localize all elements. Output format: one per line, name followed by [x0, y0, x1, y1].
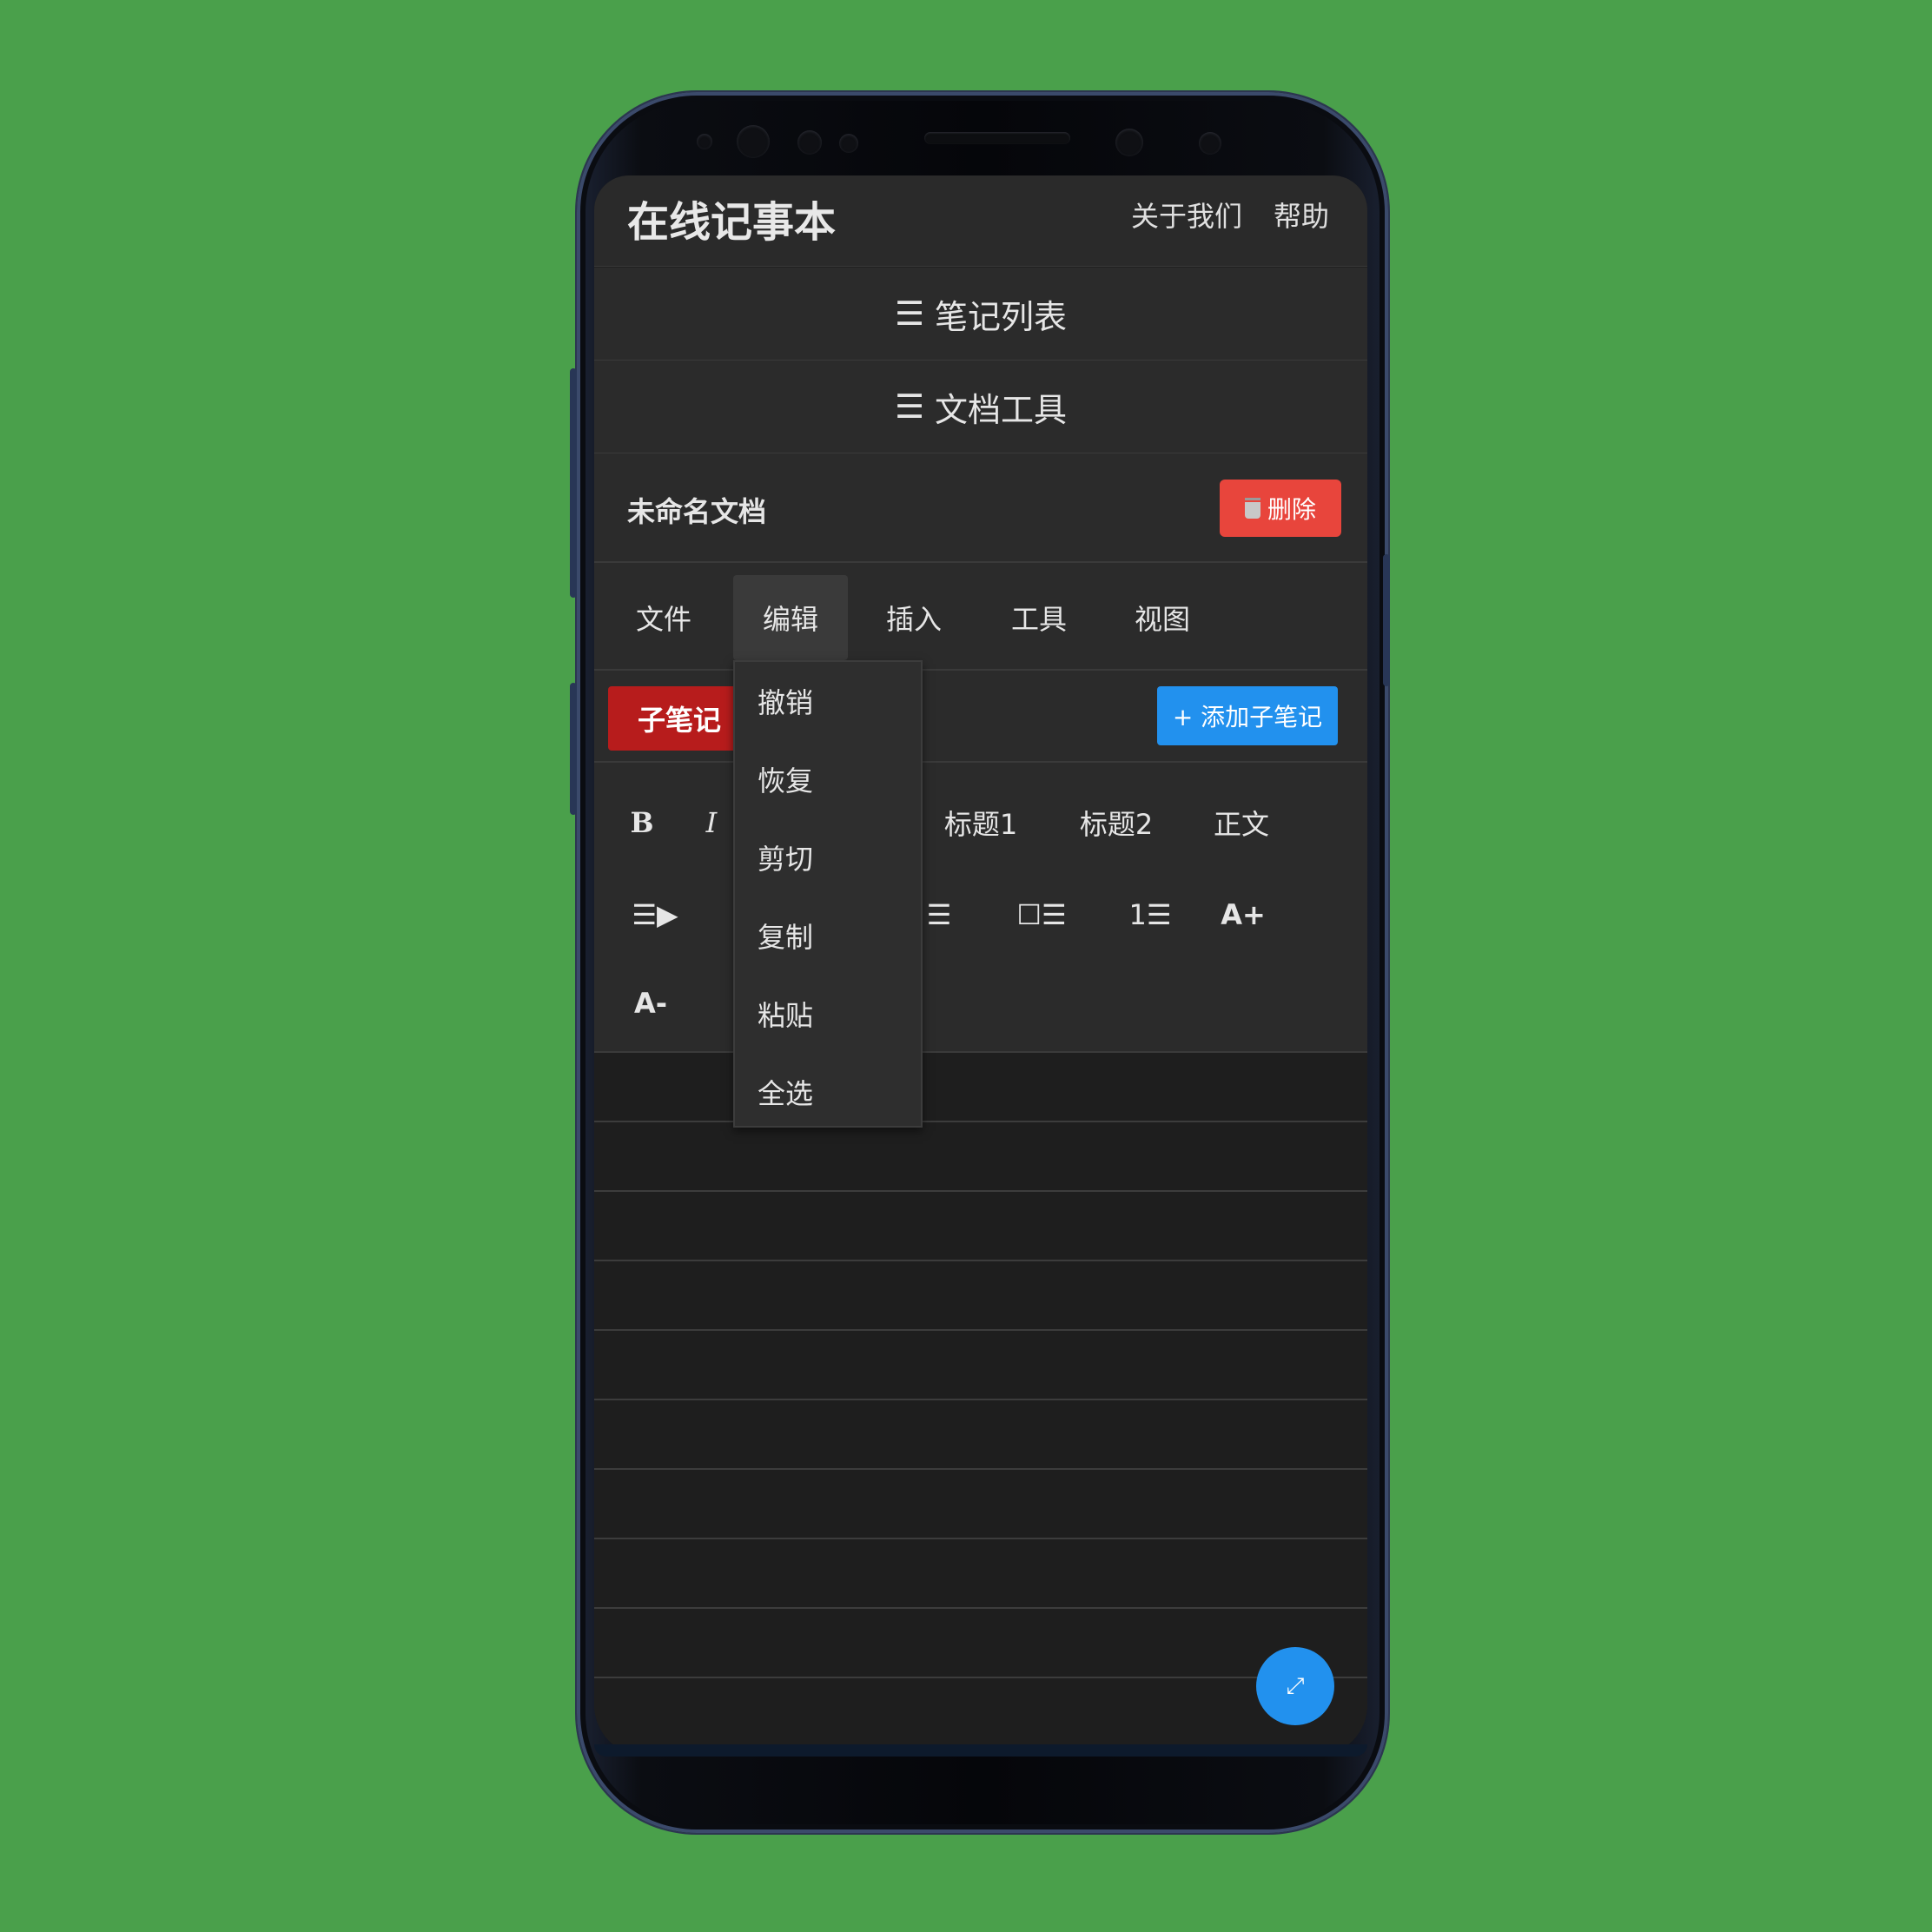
app-title: 在线记事本	[627, 198, 837, 247]
phone-sensor	[737, 125, 770, 158]
phone-sensor	[839, 134, 858, 153]
document-title[interactable]: 未命名文档	[627, 490, 766, 530]
doc-tools-toggle[interactable]: ☰ 文档工具	[594, 361, 1367, 454]
phone-sensor	[1199, 132, 1221, 155]
help-link[interactable]: 帮助	[1274, 195, 1329, 235]
menu-tools[interactable]: 工具	[982, 575, 1096, 660]
about-us-link[interactable]: 关于我们	[1131, 195, 1242, 235]
heading1-button[interactable]: 标题1	[933, 792, 1029, 853]
phone-sensor	[797, 130, 822, 155]
phone-bixby-button	[570, 683, 577, 815]
phone-volume-button	[570, 368, 577, 598]
app-header: 在线记事本 关于我们 帮助	[594, 175, 1367, 267]
note-list-toggle[interactable]: ☰ 笔记列表	[594, 268, 1367, 361]
font-increase-button[interactable]: A+	[1213, 884, 1274, 945]
select-all-item[interactable]: 全选	[735, 1053, 921, 1131]
undo-item[interactable]: 撤销	[735, 662, 921, 740]
copy-item[interactable]: 复制	[735, 897, 921, 975]
menu-file[interactable]: 文件	[606, 575, 721, 660]
add-subnote-button[interactable]: + 添加子笔记	[1157, 686, 1338, 745]
body-text-button[interactable]: 正文	[1202, 792, 1280, 853]
redo-item[interactable]: 恢复	[735, 740, 921, 818]
italic-button[interactable]: I	[690, 792, 733, 853]
font-decrease-button[interactable]: A-	[620, 973, 681, 1034]
menu-edit[interactable]: 编辑	[733, 575, 848, 660]
menubar: 文件 编辑 插入 工具 视图	[594, 563, 1367, 671]
phone-speaker	[924, 132, 1070, 144]
paste-item[interactable]: 粘贴	[735, 975, 921, 1053]
delete-label: 删除	[1267, 495, 1316, 524]
phone-sensor	[697, 134, 712, 149]
fullscreen-button[interactable]: ⤢	[1256, 1647, 1334, 1725]
phone-power-button	[1383, 554, 1390, 686]
editor-area[interactable]	[594, 1053, 1367, 1757]
doc-tools-label: 文档工具	[935, 390, 1068, 429]
menu-insert[interactable]: 插入	[857, 575, 971, 660]
heading2-button[interactable]: 标题2	[1069, 792, 1164, 853]
menu-view[interactable]: 视图	[1105, 575, 1220, 660]
checklist-icon[interactable]: ☐☰	[1002, 884, 1081, 945]
indent-icon[interactable]: ☰▶	[620, 884, 690, 945]
document-header: 未命名文档 删除	[594, 453, 1367, 563]
format-toolbar: B I 标题1 标题2 正文 ☰▶ ☰ ☐☰ 1☰ A+ A-	[594, 763, 1367, 1053]
bold-button[interactable]: B	[620, 792, 664, 853]
bullet-list-icon[interactable]: ☰	[917, 884, 961, 945]
phone-bottom-bezel	[594, 1744, 1367, 1757]
edit-dropdown-menu: 撤销 恢复 剪切 复制 粘贴 全选	[733, 660, 923, 1128]
delete-button[interactable]: 删除	[1220, 480, 1341, 537]
cut-item[interactable]: 剪切	[735, 818, 921, 897]
fullscreen-icon: ⤢	[1286, 1672, 1305, 1699]
subnote-bar: 子笔记 + 添加子笔记	[594, 671, 1367, 763]
menu-icon: ☰	[894, 294, 925, 333]
ordered-list-icon[interactable]: 1☰	[1115, 884, 1185, 945]
app-screen: 在线记事本 关于我们 帮助 ☰ 笔记列表 ☰ 文档工具 未命名文档 删除 文件 …	[594, 175, 1367, 1757]
menu-icon: ☰	[894, 387, 925, 426]
note-list-label: 笔记列表	[935, 297, 1068, 336]
trash-icon	[1244, 498, 1260, 519]
front-camera	[1115, 129, 1143, 156]
